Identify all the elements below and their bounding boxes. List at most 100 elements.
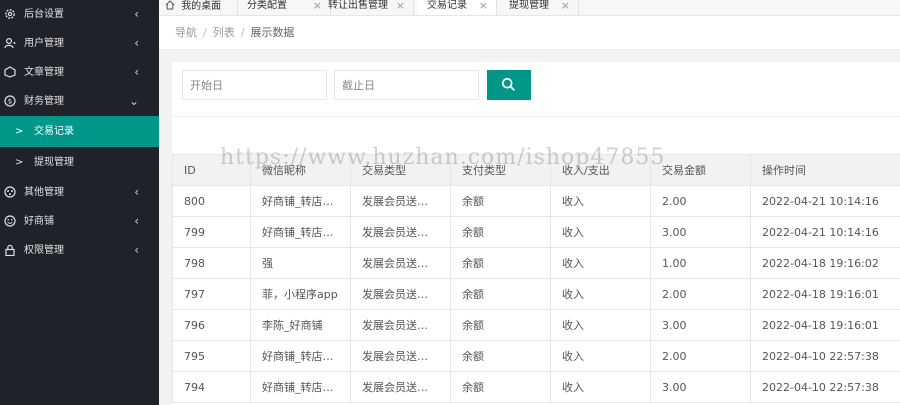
cell-pay-type: 余额: [450, 309, 551, 341]
table-row[interactable]: 797 菲，小程序app 发展会员送… 余额 收入 2.00 2022-04-1…: [172, 278, 900, 310]
breadcrumb-separator: /: [203, 26, 207, 39]
cell-id: 795: [172, 340, 251, 372]
gear-icon: [4, 8, 16, 20]
cell-time: 2022-04-18 19:16:01: [750, 278, 900, 310]
cell-pay-type: 余额: [450, 371, 551, 403]
cell-trade-type: 发展会员送…: [350, 185, 451, 217]
sidebar-item-permissions[interactable]: 权限管理 ‹: [0, 236, 159, 265]
cell-in-out: 收入: [550, 371, 651, 403]
cell-in-out: 收入: [550, 247, 651, 279]
smile-icon: [4, 215, 16, 227]
cell-pay-type: 余额: [450, 216, 551, 248]
chevron-left-icon: ‹: [134, 7, 139, 21]
cell-trade-type: 发展会员送…: [350, 278, 451, 310]
search-button[interactable]: [487, 70, 531, 100]
sidebar-subitem-transactions[interactable]: > 交易记录: [0, 116, 159, 147]
cell-nickname: 菲，小程序app: [250, 278, 351, 310]
sidebar: 后台设置 ‹ 用户管理 ‹ 文章管理 ‹ $ 财务管理 ⌄ > 交易记录 > 提…: [0, 0, 159, 405]
cell-pay-type: 余额: [450, 278, 551, 310]
sidebar-item-label: 其他管理: [24, 187, 64, 198]
cell-nickname: 好商铺_转店…: [250, 340, 351, 372]
table-row[interactable]: 795 好商铺_转店… 发展会员送… 余额 收入 2.00 2022-04-10…: [172, 340, 900, 372]
tab-withdrawals[interactable]: 提现管理 ×: [501, 0, 579, 15]
chevron-down-icon: ⌄: [128, 94, 139, 108]
sidebar-subitem-label: 交易记录: [34, 126, 74, 137]
chevron-left-icon: ‹: [134, 214, 139, 228]
cell-id: 794: [172, 371, 251, 403]
chevron-left-icon: ‹: [134, 185, 139, 199]
table-row[interactable]: 796 李陈_好商铺 发展会员送… 余额 收入 3.00 2022-04-18 …: [172, 309, 900, 341]
cell-in-out: 收入: [550, 309, 651, 341]
start-date-input[interactable]: [182, 70, 327, 100]
cell-pay-type: 余额: [450, 247, 551, 279]
sidebar-item-finance[interactable]: $ 财务管理 ⌄: [0, 87, 159, 116]
tab-label: 我的桌面: [181, 1, 222, 12]
breadcrumb-list[interactable]: 列表: [213, 26, 235, 39]
breadcrumb-separator: /: [240, 26, 245, 39]
close-icon[interactable]: ×: [396, 0, 405, 12]
cell-trade-type: 发展会员送…: [350, 340, 451, 372]
table-row[interactable]: 800 好商铺_转店… 发展会员送… 余额 收入 2.00 2022-04-21…: [172, 185, 900, 217]
cell-amount: 2.00: [650, 185, 751, 217]
cell-in-out: 收入: [550, 340, 651, 372]
table-row[interactable]: 799 好商铺_转店… 发展会员送… 余额 收入 3.00 2022-04-21…: [172, 216, 900, 248]
sidebar-item-shop[interactable]: 好商铺 ‹: [0, 207, 159, 236]
cell-amount: 3.00: [650, 371, 751, 403]
breadcrumb-nav[interactable]: 导航: [175, 26, 197, 39]
watermark-text: https://www.huzhan.com/ishop47855: [220, 145, 666, 170]
tab-label: 转让出售管理: [328, 0, 388, 11]
cell-id: 799: [172, 216, 251, 248]
tab-desktop[interactable]: 我的桌面: [159, 0, 238, 15]
cell-amount: 2.00: [650, 340, 751, 372]
sidebar-subitem-withdrawals[interactable]: > 提现管理: [0, 147, 159, 178]
cell-id: 797: [172, 278, 251, 310]
table-row[interactable]: 794 好商铺_转店… 发展会员送… 余额 收入 3.00 2022-04-10…: [172, 371, 900, 403]
tab-label: 交易记录: [427, 0, 467, 11]
sidebar-item-settings[interactable]: 后台设置 ‹: [0, 0, 159, 29]
cell-time: 2022-04-10 22:57:38: [750, 371, 900, 403]
home-icon: [165, 0, 175, 10]
sidebar-subitem-label: 提现管理: [34, 157, 74, 168]
cell-pay-type: 余额: [450, 185, 551, 217]
cell-amount: 3.00: [650, 216, 751, 248]
table-row[interactable]: 798 强 发展会员送… 余额 收入 1.00 2022-04-18 19:16…: [172, 247, 900, 279]
cell-trade-type: 发展会员送…: [350, 247, 451, 279]
transactions-table: ID 微信昵称 交易类型 支付类型 收入/支出 交易金额 操作时间 800 好商…: [172, 154, 900, 403]
close-icon[interactable]: ×: [561, 0, 570, 12]
cell-in-out: 收入: [550, 278, 651, 310]
lock-icon: [4, 244, 16, 256]
sidebar-item-label: 后台设置: [24, 9, 64, 20]
sidebar-item-articles[interactable]: 文章管理 ‹: [0, 58, 159, 87]
finance-icon: $: [4, 95, 16, 107]
cell-time: 2022-04-18 19:16:02: [750, 247, 900, 279]
cell-nickname: 好商铺_转店…: [250, 216, 351, 248]
tab-transactions[interactable]: 交易记录 ×: [417, 0, 497, 15]
cell-time: 2022-04-21 10:14:16: [750, 216, 900, 248]
close-icon[interactable]: ×: [479, 0, 488, 12]
chevron-right-icon: >: [15, 157, 24, 168]
end-date-input[interactable]: [334, 70, 479, 100]
sidebar-item-label: 用户管理: [24, 38, 64, 49]
cell-nickname: 好商铺_转店…: [250, 371, 351, 403]
cell-in-out: 收入: [550, 216, 651, 248]
sidebar-item-label: 财务管理: [24, 96, 64, 107]
tab-transfer-sale[interactable]: 转让出售管理 ×: [322, 0, 414, 15]
divider: [172, 116, 900, 117]
sidebar-item-users[interactable]: 用户管理 ‹: [0, 29, 159, 58]
cell-id: 796: [172, 309, 251, 341]
cell-id: 800: [172, 185, 251, 217]
chevron-right-icon: >: [15, 126, 24, 137]
column-header-time: 操作时间: [750, 154, 900, 186]
column-header-amount: 交易金额: [650, 154, 751, 186]
sidebar-item-other[interactable]: 其他管理 ‹: [0, 178, 159, 207]
tab-category-config[interactable]: 分类配置 ×: [239, 0, 331, 15]
cell-nickname: 好商铺_转店…: [250, 185, 351, 217]
cell-nickname: 李陈_好商铺: [250, 309, 351, 341]
cell-in-out: 收入: [550, 185, 651, 217]
other-icon: [4, 186, 16, 198]
sidebar-item-label: 文章管理: [24, 67, 64, 78]
chevron-left-icon: ‹: [134, 243, 139, 257]
breadcrumb-current: 展示数据: [250, 26, 295, 39]
tab-bar: 我的桌面 分类配置 × 转让出售管理 × 交易记录 × 提现管理 ×: [159, 0, 900, 16]
close-icon[interactable]: ×: [313, 0, 322, 12]
